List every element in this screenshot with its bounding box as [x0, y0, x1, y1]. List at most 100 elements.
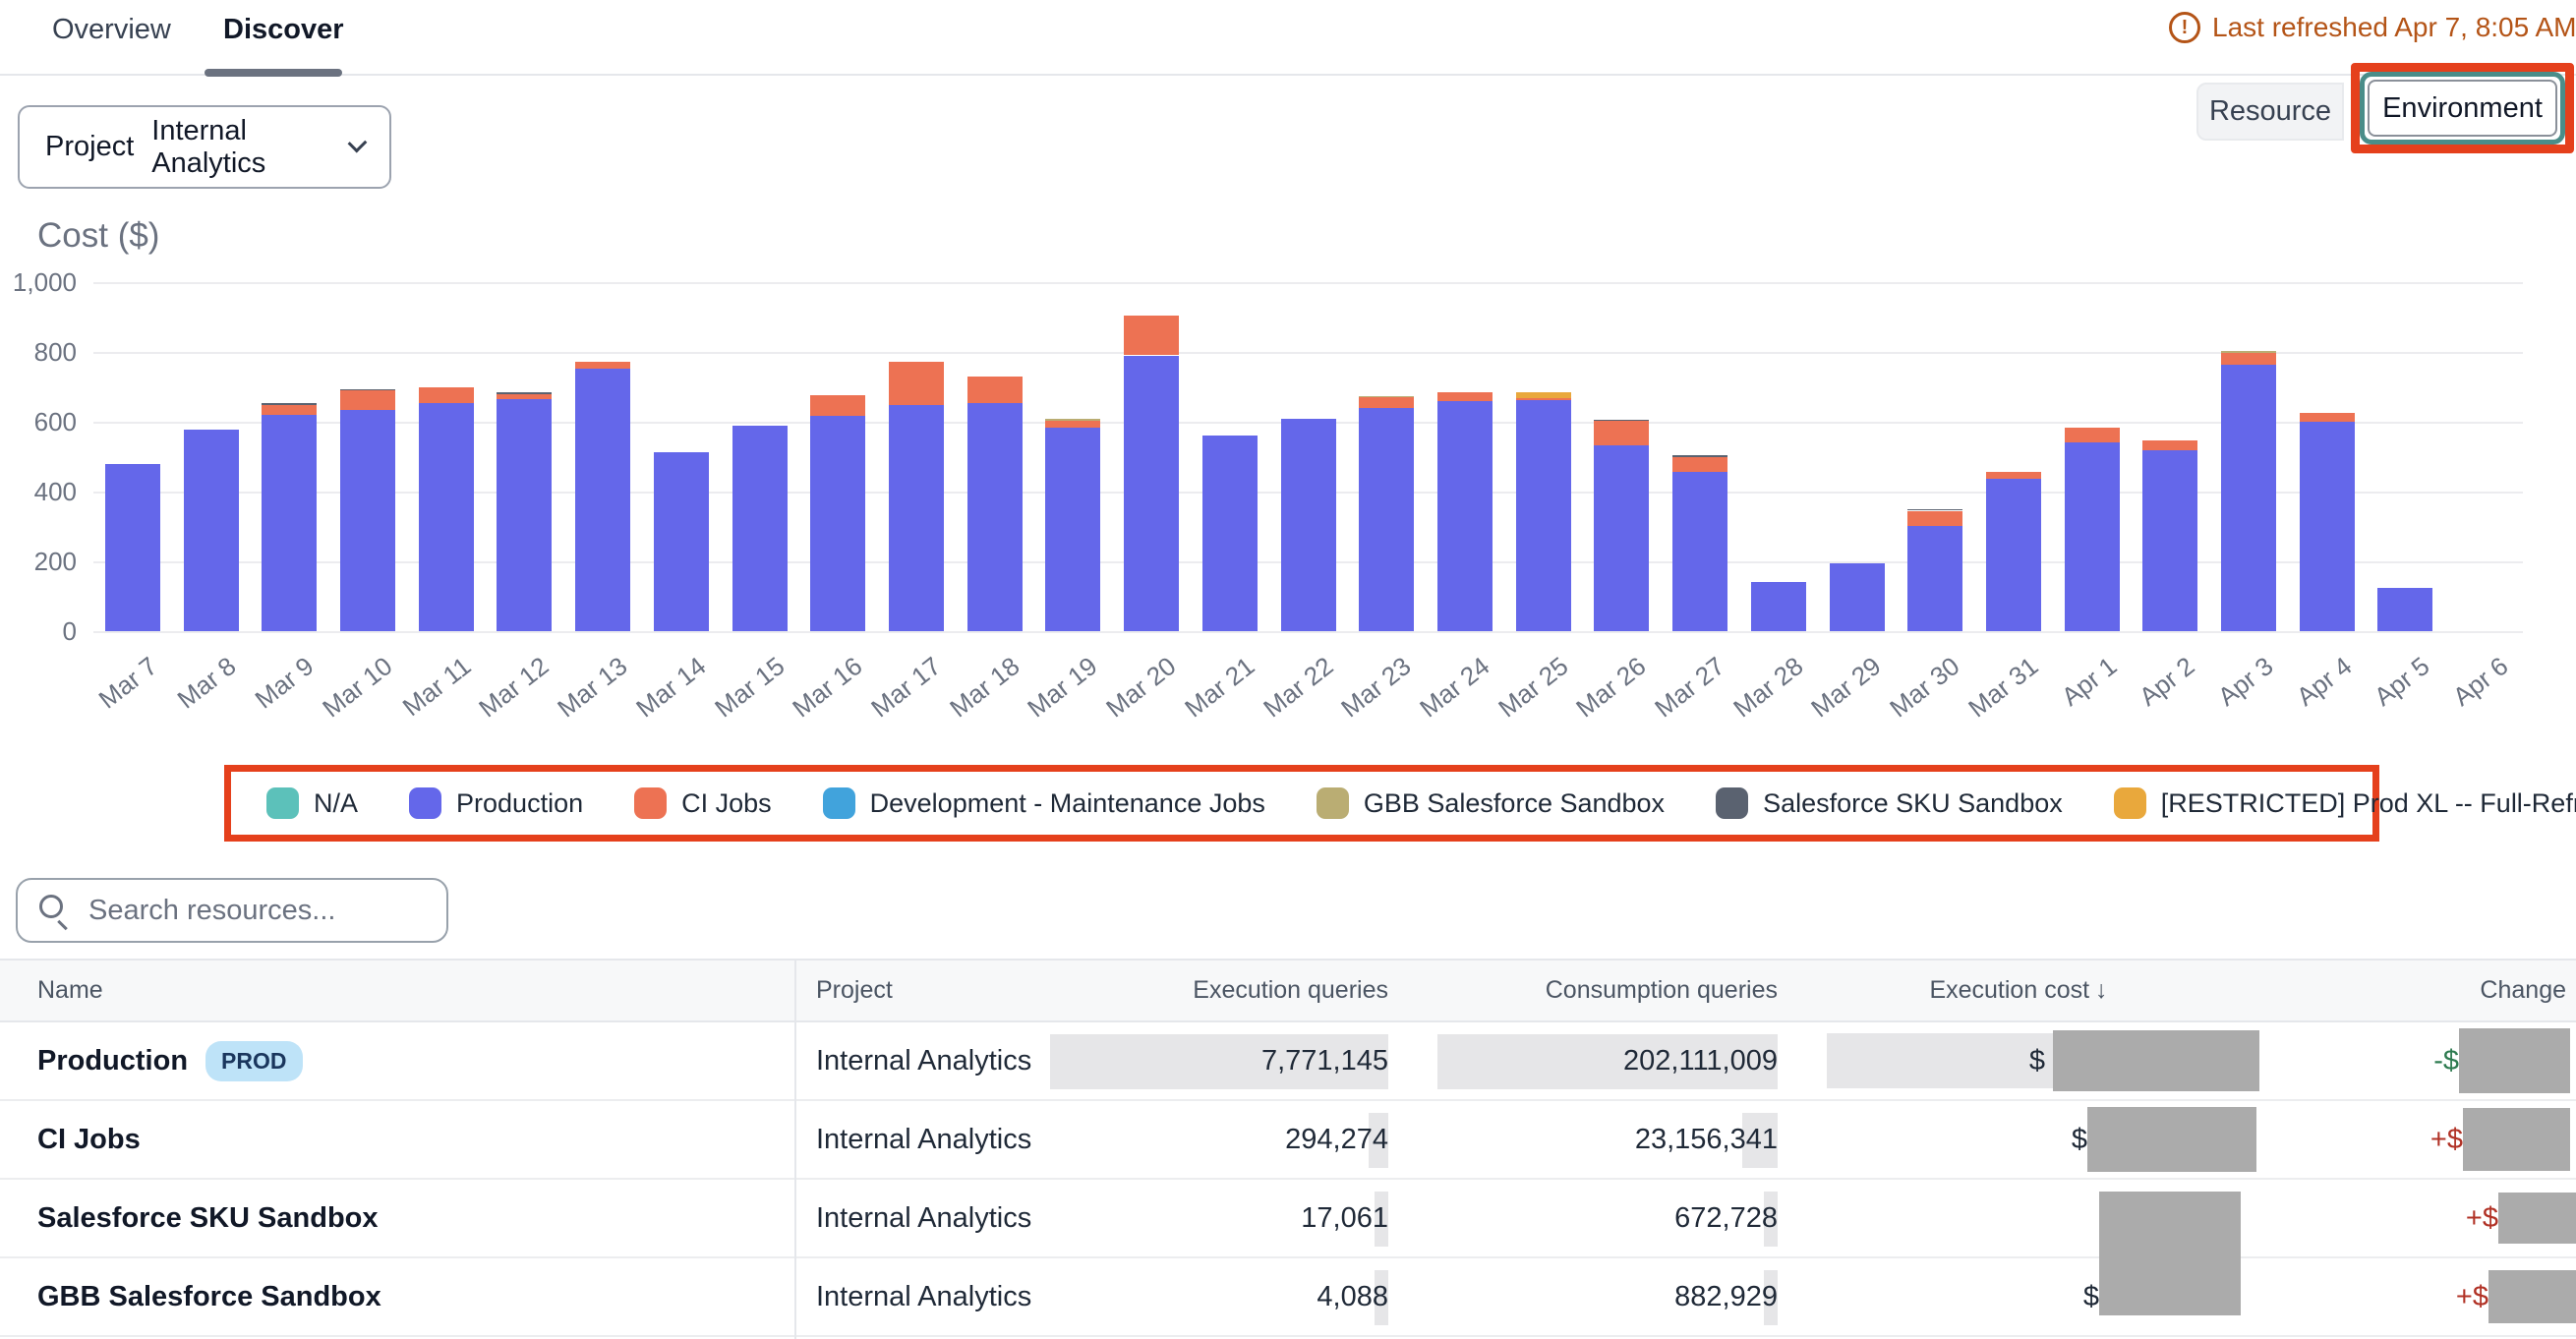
bar-segment[interactable]	[1359, 408, 1414, 631]
legend-item[interactable]: Development - Maintenance Jobs	[823, 787, 1265, 819]
bar-segment[interactable]	[575, 369, 630, 631]
bar-segment[interactable]	[419, 387, 474, 403]
bar-segment[interactable]	[1516, 398, 1571, 400]
bar-segment[interactable]	[1986, 479, 2041, 631]
bar-segment[interactable]	[184, 430, 239, 631]
legend-item[interactable]: N/A	[266, 787, 358, 819]
bar-segment[interactable]	[1516, 392, 1571, 398]
column-header-execution-queries[interactable]: Execution queries	[1040, 976, 1388, 1005]
column-header-execution-cost[interactable]: Execution cost↓	[1778, 976, 2259, 1005]
bar-segment[interactable]	[654, 452, 709, 631]
bar-segment[interactable]	[889, 362, 944, 405]
bar-segment[interactable]	[340, 410, 395, 631]
bar-segment[interactable]	[967, 377, 1023, 403]
bar-segment[interactable]	[1907, 511, 1962, 527]
cell-value: 23,156,341	[1635, 1124, 1778, 1156]
bar-segment[interactable]	[1986, 472, 2041, 479]
column-header-project[interactable]: Project	[794, 976, 1040, 1005]
column-header-consumption-queries[interactable]: Consumption queries	[1388, 976, 1778, 1005]
bar-segment[interactable]	[497, 394, 552, 399]
resource-name-cell[interactable]: GBB Salesforce Sandbox	[0, 1281, 794, 1313]
column-header-label: Execution queries	[1193, 976, 1388, 1004]
table-row[interactable]: ProductionPRODInternal Analytics7,771,14…	[0, 1022, 2576, 1101]
legend-item[interactable]: GBB Salesforce Sandbox	[1317, 787, 1665, 819]
bar-segment[interactable]	[1124, 316, 1179, 356]
bar-segment[interactable]	[1672, 457, 1727, 472]
bar-segment[interactable]	[340, 389, 395, 390]
column-header-change[interactable]: Change	[2259, 976, 2576, 1005]
bar-segment[interactable]	[1437, 401, 1493, 631]
bar-segment[interactable]	[1907, 526, 1962, 631]
legend-item[interactable]: Production	[409, 787, 583, 819]
bar-segment[interactable]	[1672, 455, 1727, 456]
y-axis-tick-label: 400	[0, 477, 77, 507]
bar-segment[interactable]	[2221, 351, 2276, 353]
legend-item[interactable]: Salesforce SKU Sandbox	[1716, 787, 2063, 819]
table-row[interactable]: Salesforce SKU SandboxInternal Analytics…	[0, 1180, 2576, 1258]
bar-segment[interactable]	[575, 362, 630, 369]
bar-segment[interactable]	[2065, 442, 2120, 631]
currency-symbol: $	[2029, 1045, 2045, 1077]
bar-segment[interactable]	[262, 403, 317, 406]
bar-segment[interactable]	[2065, 428, 2120, 442]
bar-segment[interactable]	[497, 399, 552, 631]
bar-segment[interactable]	[732, 426, 788, 631]
bar-segment[interactable]	[1359, 397, 1414, 408]
bar-segment[interactable]	[1594, 445, 1649, 631]
cell-value: 4,088	[1317, 1281, 1388, 1313]
resource-name-cell[interactable]: ProductionPROD	[0, 1041, 794, 1081]
legend-swatch	[634, 787, 667, 819]
bar-segment[interactable]	[889, 405, 944, 631]
bar-segment[interactable]	[2142, 440, 2197, 450]
execution-queries-cell: 17,061	[1040, 1180, 1388, 1256]
execution-queries-cell: 294,274	[1040, 1101, 1388, 1178]
bar-segment[interactable]	[497, 392, 552, 394]
bar-segment[interactable]	[1437, 392, 1493, 401]
bar-segment[interactable]	[2300, 413, 2355, 422]
bar-segment[interactable]	[2142, 450, 2197, 631]
bar-segment[interactable]	[1124, 356, 1179, 631]
bar-segment[interactable]	[1045, 421, 1100, 429]
bar-segment[interactable]	[2377, 588, 2432, 631]
bar-segment[interactable]	[1594, 420, 1649, 422]
bar-segment[interactable]	[1830, 563, 1885, 631]
legend-swatch	[1317, 787, 1349, 819]
change-cell: +$	[2259, 1180, 2576, 1256]
bar-segment[interactable]	[1751, 582, 1806, 631]
bar-segment[interactable]	[1516, 400, 1571, 631]
bar-segment[interactable]	[262, 405, 317, 415]
resource-name-cell[interactable]: Salesforce SKU Sandbox	[0, 1202, 794, 1235]
bar-segment[interactable]	[1672, 472, 1727, 631]
bar-segment[interactable]	[340, 390, 395, 410]
resource-name-cell[interactable]: CI Jobs	[0, 1124, 794, 1156]
column-header-label: Change	[2480, 976, 2566, 1004]
column-header-name[interactable]: Name	[0, 976, 794, 1005]
cell-value: 7,771,145	[1261, 1045, 1388, 1077]
bar-segment[interactable]	[1359, 396, 1414, 397]
bar-segment[interactable]	[1281, 419, 1336, 632]
bar-segment[interactable]	[2300, 422, 2355, 631]
bar-segment[interactable]	[1045, 419, 1100, 421]
project-cell: Internal Analytics	[794, 1281, 1040, 1313]
bar-segment[interactable]	[262, 415, 317, 631]
bar-segment[interactable]	[1045, 428, 1100, 631]
bar-segment[interactable]	[2221, 365, 2276, 631]
consumption-queries-cell: 672,728	[1388, 1180, 1778, 1256]
bar-segment[interactable]	[419, 403, 474, 632]
bar-segment[interactable]	[967, 403, 1023, 632]
bar-segment[interactable]	[2221, 353, 2276, 365]
bar-segment[interactable]	[810, 416, 865, 631]
legend-item[interactable]: CI Jobs	[634, 787, 772, 819]
bar-segment[interactable]	[105, 464, 160, 631]
bar-segment[interactable]	[810, 395, 865, 416]
redaction-box	[2488, 1270, 2576, 1323]
bar-segment[interactable]	[1594, 421, 1649, 445]
bar-segment[interactable]	[1202, 436, 1258, 631]
table-row[interactable]: CI JobsInternal Analytics294,27423,156,3…	[0, 1101, 2576, 1180]
y-axis-tick-label: 600	[0, 407, 77, 437]
bar-segment[interactable]	[1907, 509, 1962, 510]
search-input[interactable]	[16, 878, 448, 943]
legend-item[interactable]: [RESTRICTED] Prod XL -- Full-Refresh job…	[2114, 787, 2576, 819]
cell-value: 202,111,009	[1623, 1045, 1778, 1077]
cell-value: 17,061	[1301, 1202, 1388, 1235]
